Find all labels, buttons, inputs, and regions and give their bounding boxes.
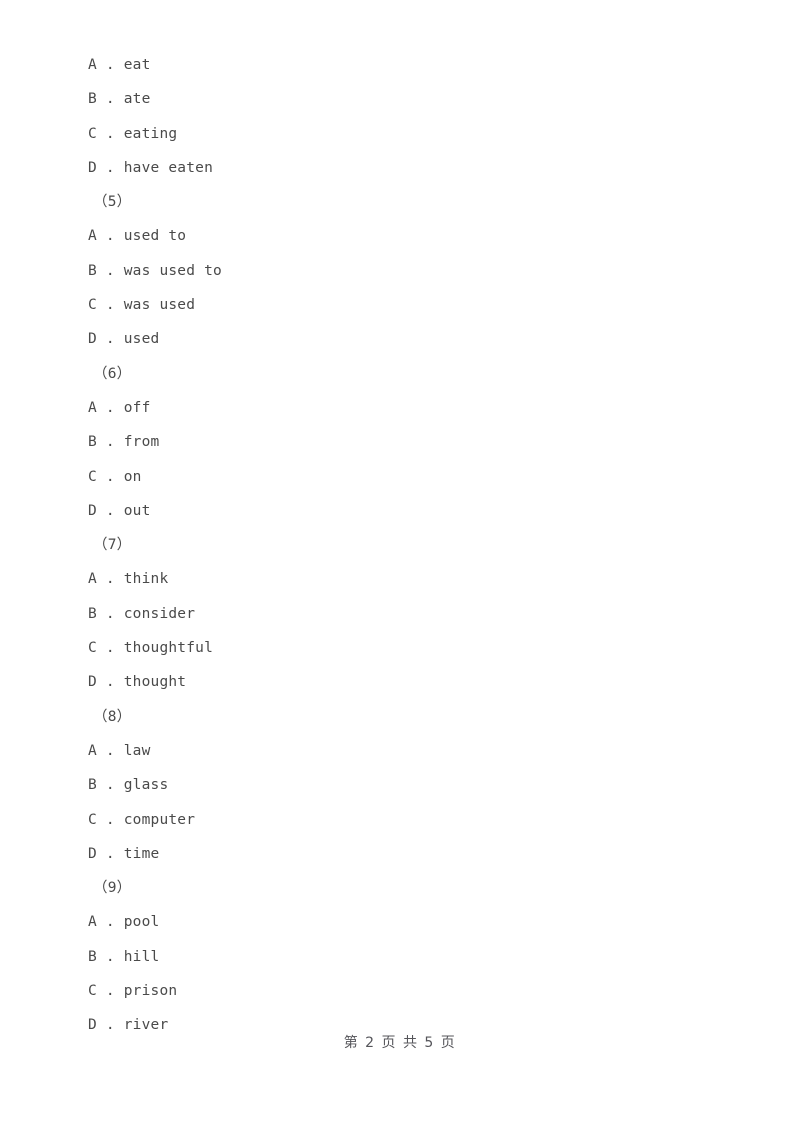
answer-option: C . was used (88, 297, 196, 314)
answer-option: A . pool (88, 914, 160, 931)
document-page: A . eat B . ate C . eating D . have eaten （5… (0, 0, 800, 1132)
question-number: （6） (93, 365, 132, 382)
answer-option: D . have eaten (88, 159, 214, 176)
answer-option: A . eat (88, 57, 151, 73)
answer-option: B . hill (88, 948, 160, 965)
answer-option: D . time (88, 845, 160, 862)
answer-option: C . thoughtful (88, 640, 214, 657)
answer-option: D . used (88, 331, 160, 348)
answer-option: B . ate (88, 91, 151, 108)
answer-option: A . off (88, 399, 151, 416)
answer-option: C . eating (88, 125, 178, 142)
answer-option: A . used to (88, 228, 187, 245)
answer-option: A . think (88, 571, 169, 588)
answer-option: D . thought (88, 674, 187, 691)
question-number: （9） (93, 880, 132, 897)
answer-option: B . consider (88, 605, 196, 622)
answer-option: C . computer (88, 811, 196, 828)
answer-option: B . glass (88, 777, 169, 794)
answer-option: D . out (88, 502, 151, 519)
page-footer: 第 2 页 共 5 页 (343, 1035, 457, 1051)
answer-option: B . was used to (88, 262, 222, 279)
answer-option: B . from (88, 434, 160, 451)
answer-option: C . prison (88, 983, 178, 1000)
answer-option: A . law (88, 742, 151, 759)
question-options-list: A . eat B . ate C . eating D . have eaten （5… (88, 48, 708, 1043)
answer-option: C . on (88, 468, 142, 485)
question-number: （5） (93, 194, 132, 211)
question-number: （8） (93, 708, 132, 725)
question-number: （7） (93, 537, 132, 554)
